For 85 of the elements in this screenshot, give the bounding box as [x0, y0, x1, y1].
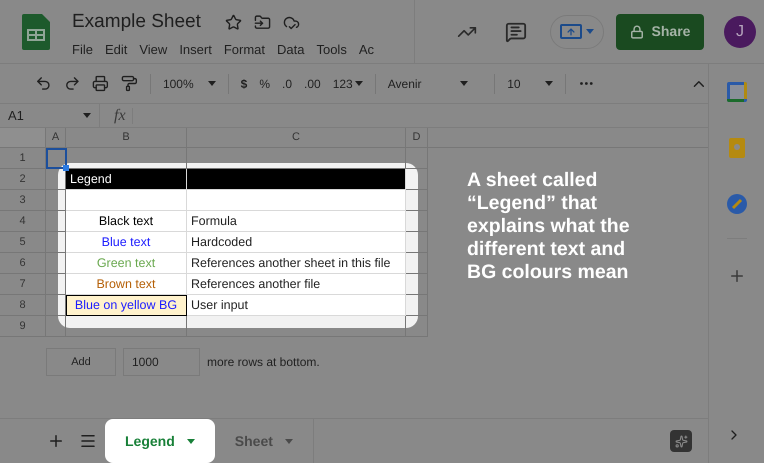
redo-icon[interactable] [64, 75, 80, 92]
table-cell: Black text [66, 211, 187, 232]
table-cell [406, 253, 428, 274]
row-header[interactable]: 7 [0, 274, 46, 295]
menu-item[interactable]: Ac [358, 40, 374, 60]
caret-icon [208, 81, 216, 86]
sparkle-icon [674, 434, 688, 448]
add-rows-button[interactable]: Add [46, 348, 116, 376]
increase-decimals-button[interactable]: .00 [304, 74, 321, 92]
menu-item[interactable]: File [72, 40, 93, 60]
table-cell [406, 295, 428, 316]
table-cell [406, 211, 428, 232]
folder-icon[interactable] [254, 14, 271, 30]
table-cell: References another file [187, 274, 406, 295]
formula-label: fx [114, 106, 126, 126]
caret-icon [186, 438, 195, 444]
table-cell: References another sheet in this file [187, 253, 406, 274]
number-format-dropdown[interactable]: 123 [332, 74, 363, 92]
column-header[interactable]: D [406, 128, 428, 147]
menu-item[interactable]: Format [224, 40, 265, 60]
menu-item[interactable]: Data [277, 40, 304, 60]
row-header[interactable]: 9 [0, 316, 46, 337]
row-count-field[interactable]: 1000 [123, 348, 200, 376]
font-dropdown[interactable]: Avenir [388, 74, 482, 92]
undo-icon[interactable] [35, 75, 52, 92]
annotation-text: A sheet called “Legend” that explains what the different text and BG colours mean [467, 169, 631, 284]
percent-button[interactable]: % [259, 74, 270, 92]
menu-item[interactable]: Tools [316, 40, 347, 60]
table-cell [406, 169, 428, 190]
font-size-dropdown[interactable]: 10 [507, 74, 553, 92]
caret-icon [284, 438, 293, 444]
row-header[interactable]: 5 [0, 232, 46, 253]
table-cell [406, 274, 428, 295]
sheet-tab[interactable]: Legend [105, 419, 215, 463]
caret-icon [460, 81, 468, 86]
menu-item[interactable]: View [139, 40, 168, 60]
table-cell: User input [187, 295, 406, 316]
sheet-tab[interactable]: Sheet [214, 419, 314, 463]
caret-icon [544, 81, 553, 86]
comment-icon[interactable] [505, 20, 527, 42]
table-cell: Brown text [66, 274, 187, 295]
spreadsheet-logo[interactable] [22, 14, 50, 50]
table-cell: Hardcoded [187, 232, 406, 253]
account-avatar[interactable]: J [724, 16, 756, 48]
caret-icon [83, 113, 91, 118]
add-sheet-icon[interactable] [47, 432, 65, 450]
column-header[interactable]: A [46, 128, 66, 147]
caret-icon [586, 29, 594, 34]
currency-button[interactable]: $ [240, 74, 248, 92]
row-header[interactable]: 3 [0, 190, 46, 211]
star-icon[interactable] [224, 14, 242, 30]
row-header[interactable]: 2 [0, 169, 46, 190]
table-cell: Green text [66, 253, 187, 274]
paint-format-icon[interactable] [121, 75, 138, 92]
column-header[interactable]: C [187, 128, 406, 147]
lock-icon [630, 24, 644, 38]
share-button[interactable]: Share [616, 14, 704, 50]
decrease-decimals-button[interactable]: .0 [282, 74, 292, 92]
table-cell [406, 316, 428, 337]
row-header[interactable]: 6 [0, 253, 46, 274]
row-header[interactable]: 8 [0, 295, 46, 316]
explore-button[interactable] [670, 430, 692, 452]
all-sheets-icon[interactable] [79, 432, 97, 450]
name-box[interactable]: A1 [0, 104, 100, 127]
column-header[interactable]: B [66, 128, 187, 147]
document-title[interactable]: Example Sheet [72, 10, 201, 34]
selection-handle[interactable] [63, 165, 69, 171]
table-cell [406, 190, 428, 211]
caret-icon [354, 81, 363, 86]
row-header[interactable]: 1 [0, 148, 46, 169]
upload-icon [566, 26, 576, 36]
menu-item[interactable]: Insert [179, 40, 212, 60]
table-cell: Legend [66, 169, 187, 190]
add-rows-label: more rows at bottom. [207, 354, 320, 371]
print-icon[interactable] [92, 75, 110, 92]
menu-item[interactable]: Edit [104, 40, 128, 60]
table-cell: Blue on yellow BG [66, 295, 187, 316]
row-header[interactable]: 4 [0, 211, 46, 232]
corner-cell[interactable] [0, 128, 46, 147]
table-cell: Formula [187, 211, 406, 232]
table-cell [406, 232, 428, 253]
present-button[interactable] [550, 14, 604, 48]
table-cell [46, 316, 66, 337]
zoom-dropdown[interactable]: 100% [162, 74, 216, 92]
table-cell: Blue text [66, 232, 187, 253]
